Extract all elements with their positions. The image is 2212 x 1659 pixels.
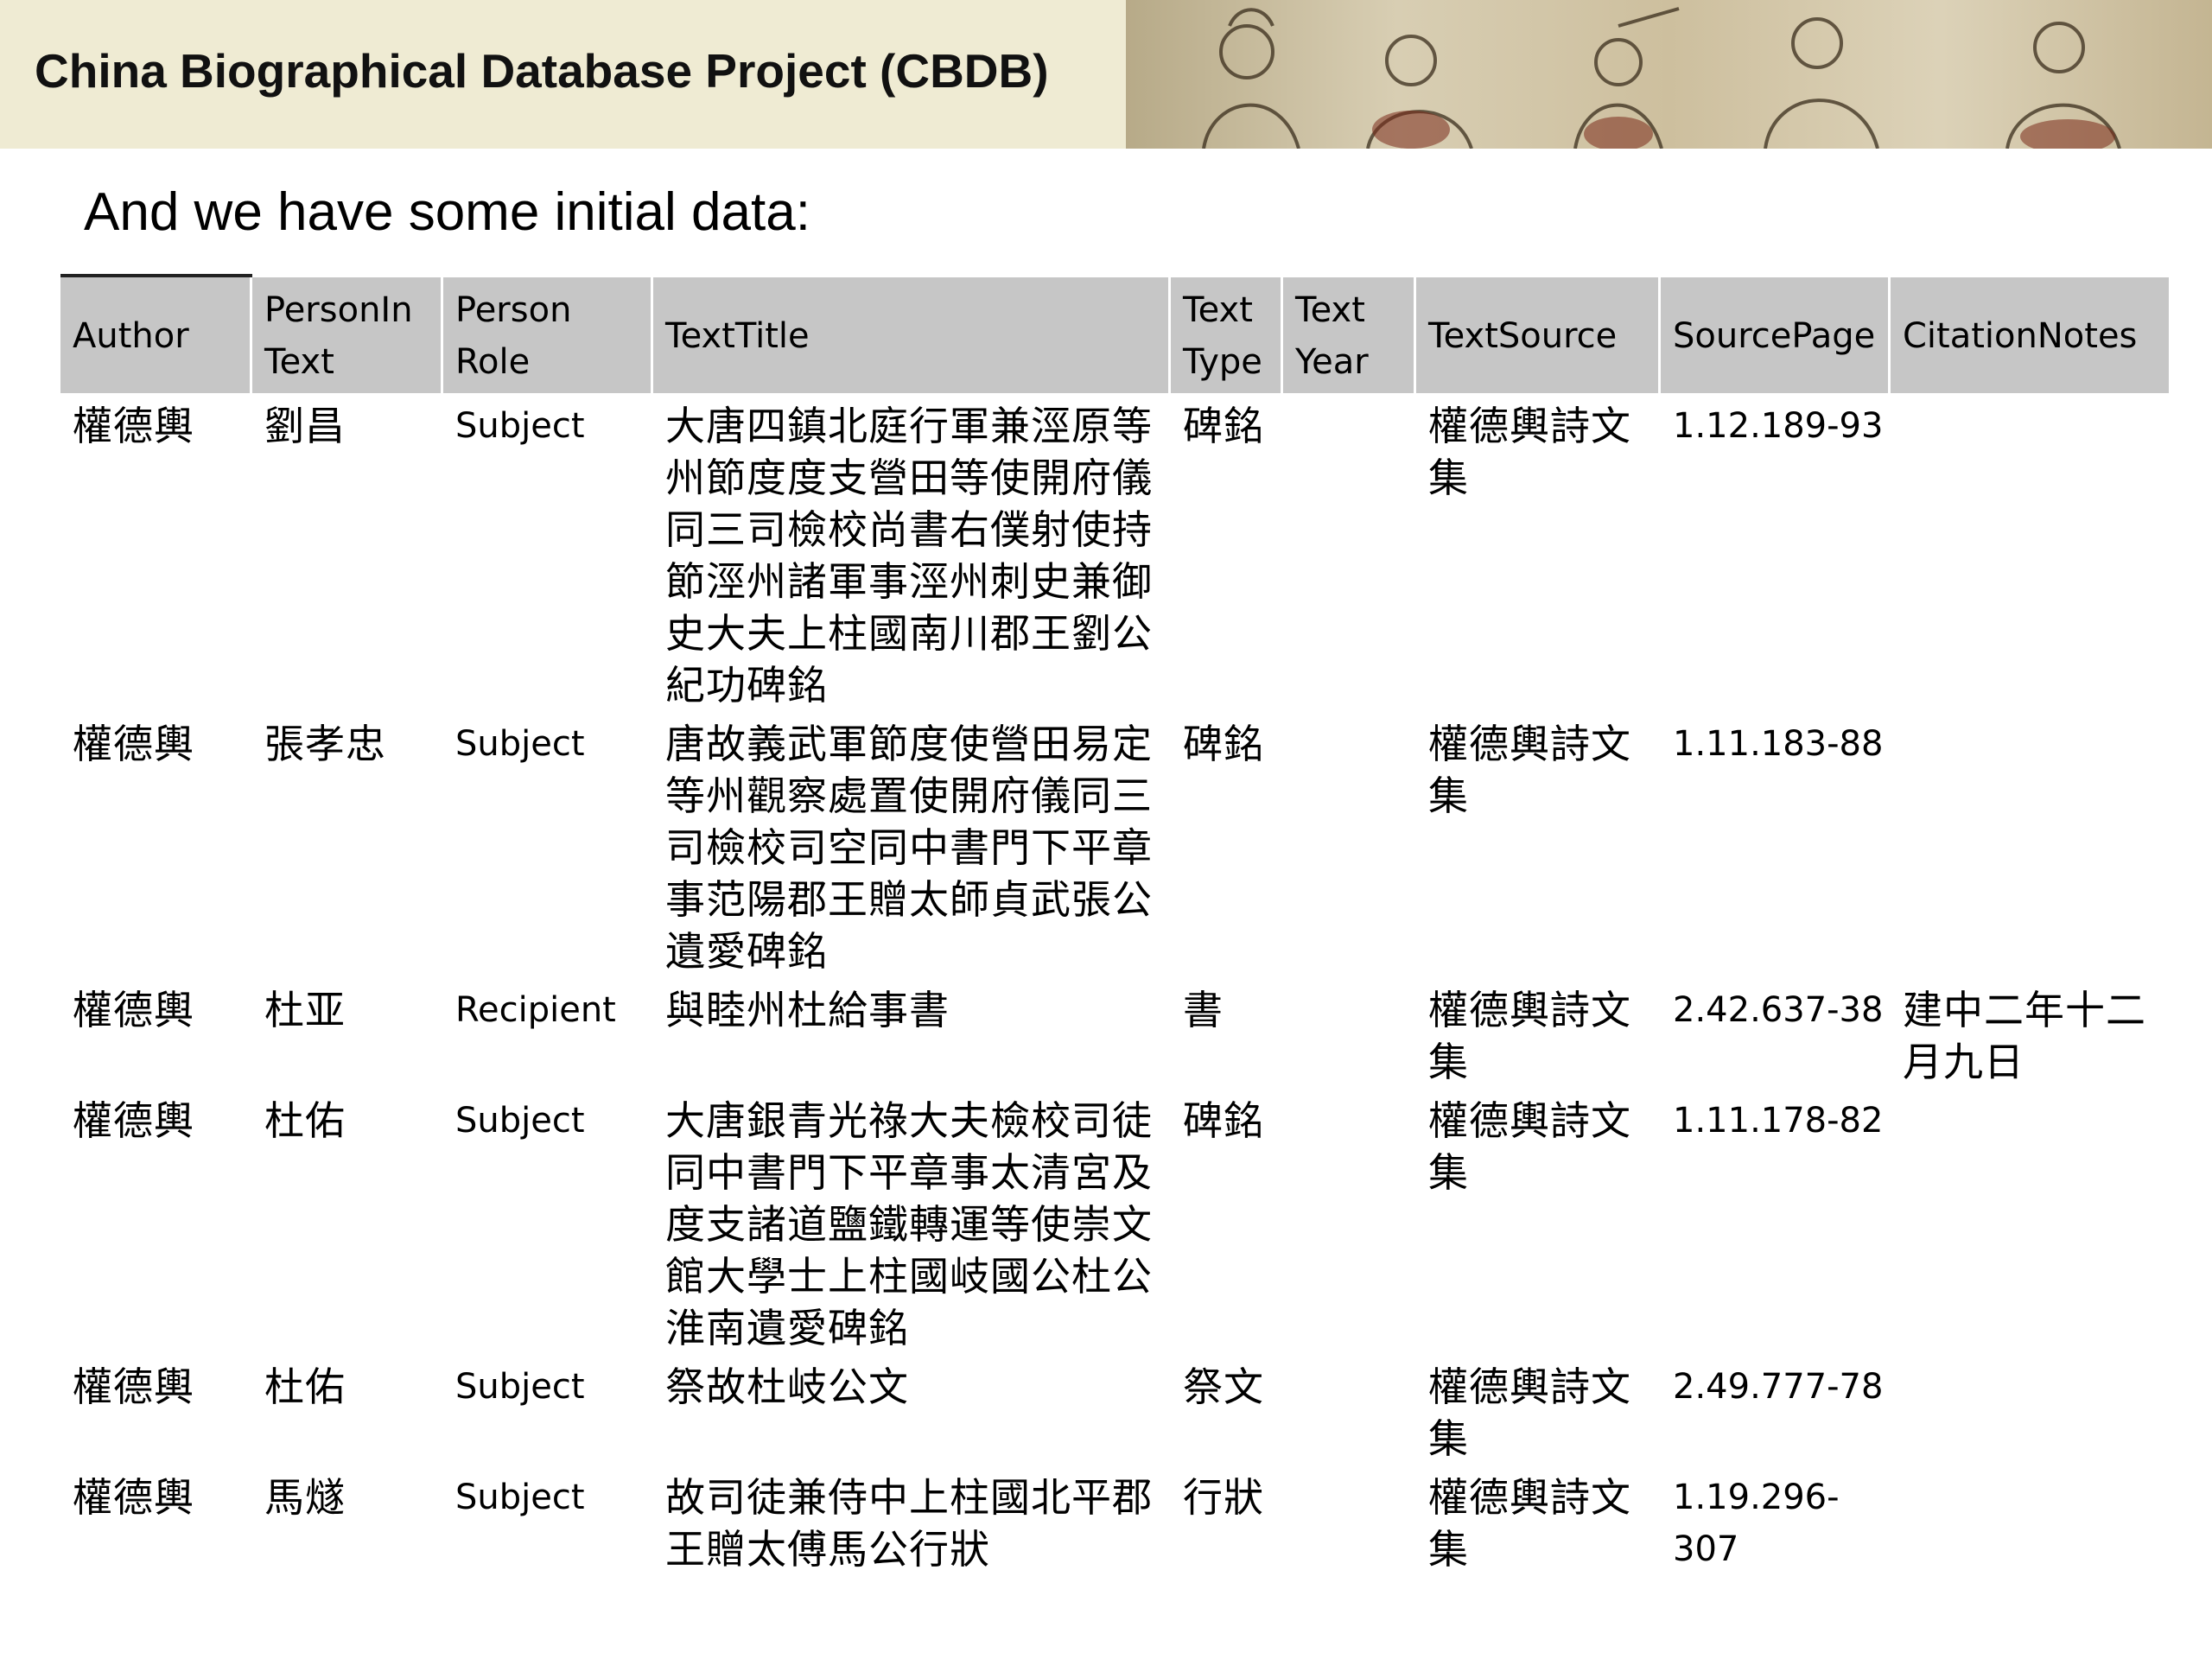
cell-person-role: Subject	[455, 1101, 585, 1141]
banner-painting-image	[1126, 0, 2212, 149]
cell-author: 權德輿	[73, 721, 194, 767]
cell-person-in-text: 劉昌	[264, 403, 346, 449]
cell-text-source: 權德輿詩文集	[1428, 403, 1631, 501]
column-header-person-role: Person Role	[443, 277, 653, 393]
column-header-text-year: Text Year	[1283, 277, 1416, 393]
cell-source-page: 1.11.178-82	[1673, 1101, 1884, 1141]
cell-citation-notes	[1891, 1088, 2169, 1354]
data-table: Author PersonIn Text Person Role TextTitle T…	[60, 277, 2169, 1575]
cell-text-year	[1283, 977, 1416, 1088]
cell-text-year	[1283, 1354, 1416, 1465]
cell-person-in-text: 杜亚	[264, 987, 346, 1033]
cell-text-type: 碑銘	[1183, 403, 1264, 449]
cell-citation-notes	[1891, 1354, 2169, 1465]
cell-person-role: Subject	[455, 406, 585, 446]
column-header-citation-notes: CitationNotes	[1891, 277, 2169, 393]
cell-person-role: Subject	[455, 1478, 585, 1517]
cell-text-title: 唐故義武軍節度使營田易定等州觀察處置使開府儀同三司檢校司空同中書門下平章事范陽郡…	[665, 721, 1153, 975]
cell-text-type: 祭文	[1183, 1363, 1264, 1410]
table-row: 權德輿 杜佑 Subject 祭故杜岐公文 祭文 權德輿詩文集 2.49.777-78	[60, 1354, 2169, 1465]
cell-text-type: 書	[1183, 987, 1224, 1033]
cell-source-page: 1.12.189-93	[1673, 406, 1884, 446]
table-body: 權德輿 劉昌 Subject 大唐四鎮北庭行軍兼涇原等州節度度支營田等使開府儀同三司檢…	[60, 393, 2169, 1575]
cell-author: 權德輿	[73, 1097, 194, 1144]
cell-text-title: 祭故杜岐公文	[665, 1363, 909, 1410]
cell-text-type: 碑銘	[1183, 721, 1264, 767]
cell-citation-notes	[1891, 393, 2169, 711]
cell-source-page: 2.49.777-78	[1673, 1367, 1884, 1407]
cell-text-source: 權德輿詩文集	[1428, 1097, 1631, 1196]
cell-text-year	[1283, 711, 1416, 977]
table-row: 權德輿 馬燧 Subject 故司徒兼侍中上柱國北平郡王贈太傅馬公行狀 行狀 權德輿詩文集…	[60, 1465, 2169, 1575]
cell-author: 權德輿	[73, 1363, 194, 1410]
cell-text-type: 碑銘	[1183, 1097, 1264, 1144]
cell-citation-notes: 建中二年十二月九日	[1903, 987, 2146, 1085]
cell-person-role: Recipient	[455, 990, 616, 1030]
cell-person-in-text: 張孝忠	[264, 721, 386, 767]
cell-text-title: 大唐銀青光祿大夫檢校司徒同中書門下平章事太清宮及度支諸道鹽鐵轉運等使崇文館大學士…	[665, 1097, 1153, 1351]
cell-author: 權德輿	[73, 987, 194, 1033]
cell-text-type: 行狀	[1183, 1474, 1264, 1521]
cell-author: 權德輿	[73, 1474, 194, 1521]
cell-citation-notes	[1891, 1465, 2169, 1575]
data-table-container: Author PersonIn Text Person Role TextTitle T…	[60, 277, 2169, 1575]
banner-title: China Biographical Database Project (CBD…	[35, 44, 1049, 98]
header-row: Author PersonIn Text Person Role TextTitle T…	[60, 277, 2169, 393]
cell-text-year	[1283, 393, 1416, 711]
cell-person-role: Subject	[455, 1367, 585, 1407]
table-row: 權德輿 劉昌 Subject 大唐四鎮北庭行軍兼涇原等州節度度支營田等使開府儀同三司檢…	[60, 393, 2169, 711]
cell-text-title: 與睦州杜給事書	[665, 987, 950, 1033]
cell-text-title: 大唐四鎮北庭行軍兼涇原等州節度度支營田等使開府儀同三司檢校尚書右僕射使持節涇州諸…	[665, 403, 1153, 709]
slide-subtitle: And we have some initial data:	[84, 182, 810, 242]
column-header-text-type: Text Type	[1171, 277, 1283, 393]
cell-source-page: 1.11.183-88	[1673, 724, 1884, 764]
cell-person-in-text: 杜佑	[264, 1363, 346, 1410]
table-row: 權德輿 杜亚 Recipient 與睦州杜給事書 書 權德輿詩文集 2.42.637-38 建…	[60, 977, 2169, 1088]
table-row: 權德輿 杜佑 Subject 大唐銀青光祿大夫檢校司徒同中書門下平章事太清宮及度支諸道…	[60, 1088, 2169, 1354]
cell-text-year	[1283, 1465, 1416, 1575]
column-header-person-in-text: PersonIn Text	[252, 277, 443, 393]
cell-citation-notes	[1891, 711, 2169, 977]
cell-text-source: 權德輿詩文集	[1428, 1474, 1631, 1573]
cell-text-source: 權德輿詩文集	[1428, 721, 1631, 819]
column-header-source-page: SourcePage	[1661, 277, 1891, 393]
cell-person-in-text: 杜佑	[264, 1097, 346, 1144]
cell-person-role: Subject	[455, 724, 585, 764]
cell-text-title: 故司徒兼侍中上柱國北平郡王贈太傅馬公行狀	[665, 1474, 1153, 1573]
cell-text-year	[1283, 1088, 1416, 1354]
cell-text-source: 權德輿詩文集	[1428, 1363, 1631, 1462]
cell-text-source: 權德輿詩文集	[1428, 987, 1631, 1085]
column-header-author: Author	[60, 277, 252, 393]
cell-source-page: 2.42.637-38	[1673, 990, 1884, 1030]
table-header: Author PersonIn Text Person Role TextTitle T…	[60, 277, 2169, 393]
column-header-text-title: TextTitle	[653, 277, 1171, 393]
cell-author: 權德輿	[73, 403, 194, 449]
header-banner: China Biographical Database Project (CBD…	[0, 0, 2212, 149]
cell-person-in-text: 馬燧	[264, 1474, 346, 1521]
column-header-text-source: TextSource	[1416, 277, 1661, 393]
table-row: 權德輿 張孝忠 Subject 唐故義武軍節度使營田易定等州觀察處置使開府儀同三司檢校…	[60, 711, 2169, 977]
cell-source-page: 1.19.296-307	[1673, 1478, 1840, 1569]
